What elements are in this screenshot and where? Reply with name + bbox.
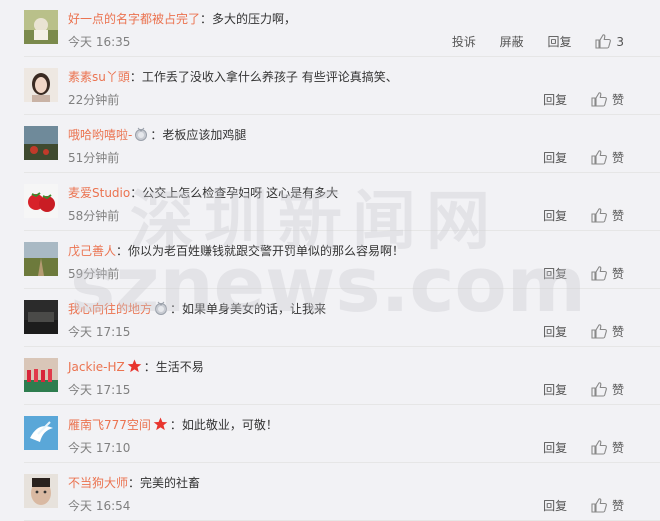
reply-button[interactable]: 回复 [548,35,572,49]
avatar[interactable] [24,10,58,44]
like-button[interactable]: 赞 [591,92,624,107]
medal-icon [154,301,168,320]
like-label: 赞 [611,209,624,223]
thumbs-up-icon [591,150,607,165]
thumbs-up-icon [591,324,607,339]
like-button[interactable]: 赞 [591,498,624,513]
thumbs-up-icon [591,498,607,513]
username-link[interactable]: 不当狗大师 [68,476,128,490]
thumbs-up-icon [595,34,612,49]
reply-button[interactable]: 回复 [543,151,567,165]
like-count: 3 [616,35,624,49]
colon: ： [129,70,142,84]
comment-time: 51分钟前 [68,151,120,165]
reply-button[interactable]: 回复 [543,441,567,455]
avatar[interactable] [24,242,58,276]
username-link[interactable]: 麦爱Studio [68,186,130,200]
reply-button[interactable]: 回复 [543,93,567,107]
username-link[interactable]: 我心向往的地方 [68,302,152,316]
reply-button[interactable]: 回复 [543,325,567,339]
colon: ： [200,12,213,26]
comment-time: 今天 16:54 [68,499,131,513]
thumbs-up-icon [591,440,607,455]
username-link[interactable]: 戊己善人 [68,244,116,258]
thumbs-up-icon [591,92,607,107]
comment-item: 哦哈哟嘻啦- ：老板应该加鸡腿 51分钟前 回复 赞 [0,116,660,173]
comment-item: 素素su丫頭：工作丢了没收入拿什么养孩子 有些评论真搞笑、 22分钟前 回复 赞 [0,58,660,115]
star-icon [153,417,168,436]
colon: ： [169,418,182,432]
reply-button[interactable]: 回复 [543,267,567,281]
like-button[interactable]: 赞 [591,266,624,281]
username-link[interactable]: 素素su丫頭 [68,70,130,84]
like-button[interactable]: 赞 [591,324,624,339]
like-label: 赞 [611,151,624,165]
comment-text: 如此敬业，可敬！ [181,418,278,432]
comment-item: 好一点的名字都被占完了：多大的压力啊， 今天 16:35 投诉 屏蔽 回复 3 [0,0,660,57]
comment-text: 生活不易 [155,360,204,374]
comment-item: 麦爱Studio：公交上怎么检查孕妇呀 这心是有多大 58分钟前 回复 赞 [0,174,660,231]
like-label: 赞 [611,441,624,455]
thumbs-up-icon [591,266,607,281]
star-icon [127,359,142,378]
avatar[interactable] [24,474,58,508]
comment-time: 今天 17:15 [68,325,131,339]
like-button[interactable]: 赞 [591,208,624,223]
comment-time: 今天 16:35 [68,35,131,49]
reply-button[interactable]: 回复 [543,209,567,223]
comment-item: 雁南飞777空间 ：如此敬业，可敬！ 今天 17:10 回复 赞 [0,406,660,463]
comment-list: 好一点的名字都被占完了：多大的压力啊， 今天 16:35 投诉 屏蔽 回复 3 … [0,0,660,521]
comment-text: 多大的压力啊， [212,12,297,26]
like-button[interactable]: 3 [595,34,624,49]
reply-button[interactable]: 回复 [543,383,567,397]
thumbs-up-icon [591,208,607,223]
comment-time: 今天 17:10 [68,441,131,455]
avatar[interactable] [24,300,58,334]
comment-time: 58分钟前 [68,209,120,223]
username-link[interactable]: 好一点的名字都被占完了 [68,12,200,26]
username-link[interactable]: Jackie-HZ [68,360,125,374]
like-label: 赞 [611,93,624,107]
comment-time: 59分钟前 [68,267,120,281]
username-link[interactable]: 哦哈哟嘻啦- [68,128,132,142]
comment-item: 我心向往的地方 ：如果单身美女的话，让我来 今天 17:15 回复 赞 [0,290,660,347]
like-label: 赞 [611,325,624,339]
comment-text: 老板应该加鸡腿 [162,128,247,142]
colon: ： [130,186,143,200]
comment-text: 完美的社畜 [140,476,201,490]
like-label: 赞 [611,383,624,397]
medal-icon [134,127,148,146]
avatar[interactable] [24,358,58,392]
like-button[interactable]: 赞 [591,440,624,455]
colon: ： [170,302,183,316]
like-button[interactable]: 赞 [591,150,624,165]
avatar[interactable] [24,126,58,160]
username-link[interactable]: 雁南飞777空间 [68,418,151,432]
avatar[interactable] [24,416,58,450]
comment-item: Jackie-HZ ：生活不易 今天 17:15 回复 赞 [0,348,660,405]
colon: ： [116,244,129,258]
comment-text: 工作丢了没收入拿什么养孩子 有些评论真搞笑、 [141,70,398,84]
comment-item: 戊己善人：你以为老百姓赚钱就跟交警开罚单似的那么容易啊！ 59分钟前 回复 赞 [0,232,660,289]
colon: ： [143,360,156,374]
like-label: 赞 [611,267,624,281]
avatar[interactable] [24,184,58,218]
report-button[interactable]: 投诉 [452,35,476,49]
reply-button[interactable]: 回复 [543,499,567,513]
colon: ： [150,128,163,142]
comment-text: 公交上怎么检查孕妇呀 这心是有多大 [142,186,339,200]
avatar[interactable] [24,68,58,102]
colon: ： [128,476,141,490]
like-button[interactable]: 赞 [591,382,624,397]
comment-time: 22分钟前 [68,93,120,107]
comment-time: 今天 17:15 [68,383,131,397]
like-label: 赞 [611,499,624,513]
thumbs-up-icon [591,382,607,397]
comment-text: 如果单身美女的话，让我来 [182,302,327,316]
block-button[interactable]: 屏蔽 [500,35,524,49]
comment-item: 不当狗大师：完美的社畜 今天 16:54 回复 赞 [0,464,660,521]
comment-text: 你以为老百姓赚钱就跟交警开罚单似的那么容易啊！ [128,244,405,258]
